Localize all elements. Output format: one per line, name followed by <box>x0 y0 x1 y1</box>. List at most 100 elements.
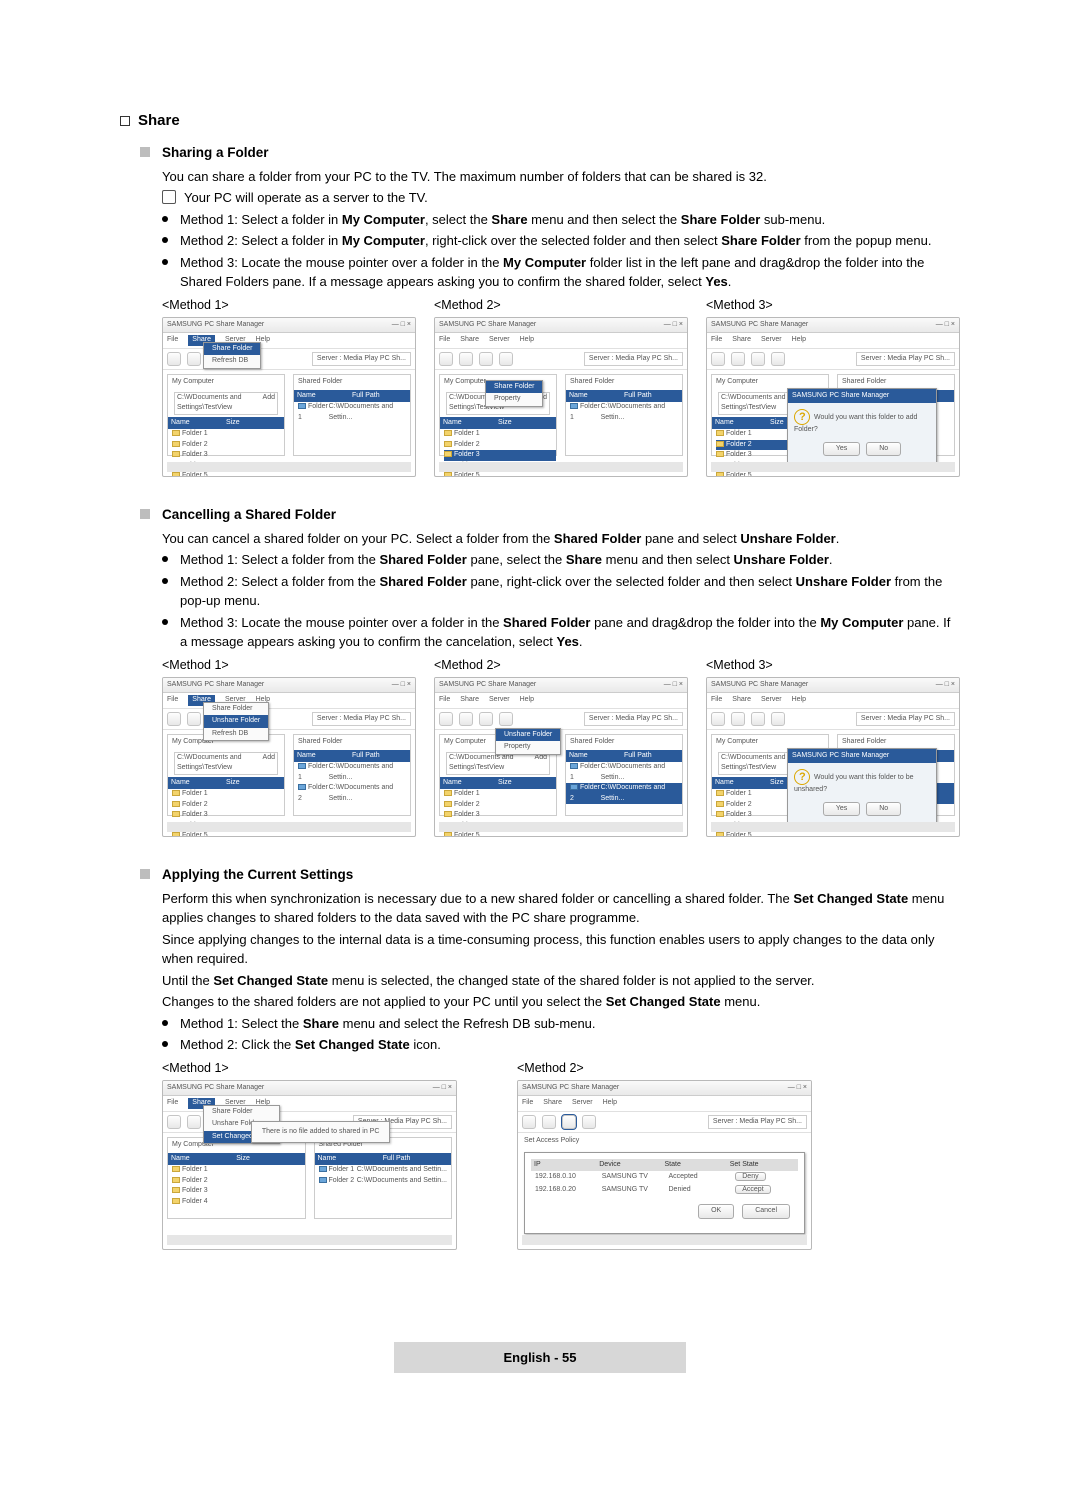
toolbar-unshare-icon[interactable] <box>459 352 473 366</box>
menu-file[interactable]: File <box>522 1098 533 1109</box>
server-dropdown[interactable]: Server : Media Play PC Sh... <box>708 1115 807 1130</box>
menu-share[interactable]: Share <box>732 335 751 346</box>
address-add[interactable]: Add <box>535 753 547 774</box>
menu-server[interactable]: Server <box>489 335 510 346</box>
toolbar-unshare-icon[interactable] <box>187 1115 201 1129</box>
toolbar-sync-icon[interactable] <box>479 352 493 366</box>
file-row[interactable]: Folder 2 <box>726 801 752 808</box>
ok-button[interactable]: OK <box>698 1204 734 1219</box>
cancel-button[interactable]: Cancel <box>742 1204 790 1219</box>
menu-item-refresh[interactable]: Refresh DB <box>204 355 260 368</box>
menu-file[interactable]: File <box>711 695 722 706</box>
file-row[interactable]: Folder 1 <box>454 430 480 437</box>
menu-item-share-folder[interactable]: Share Folder <box>204 1106 279 1119</box>
menu-share[interactable]: Share <box>543 1098 562 1109</box>
toolbar-share-icon[interactable] <box>522 1115 536 1129</box>
file-row[interactable]: Folder 2 <box>726 441 752 448</box>
menu-share[interactable]: Share <box>460 695 479 706</box>
file-row[interactable]: Folder 2 <box>182 1177 208 1184</box>
file-row[interactable]: Folder 1 <box>182 1166 208 1173</box>
yes-button[interactable]: Yes <box>823 802 860 817</box>
file-row[interactable]: Folder 3 <box>182 1187 208 1194</box>
toolbar-sync-icon[interactable] <box>479 712 493 726</box>
policy-accept-button[interactable]: Accept <box>735 1185 770 1194</box>
file-row[interactable]: Folder 1 <box>726 430 752 437</box>
server-dropdown[interactable]: Server : Media Play PC Sh... <box>856 712 955 727</box>
file-row[interactable]: Folder 1 <box>182 790 208 797</box>
file-row[interactable]: Folder 2 <box>182 801 208 808</box>
file-row[interactable]: Folder 5 <box>726 832 752 837</box>
toolbar-share-icon[interactable] <box>439 712 453 726</box>
toolbar-back-icon[interactable] <box>499 712 513 726</box>
no-button[interactable]: No <box>866 802 901 817</box>
no-button[interactable]: No <box>866 442 901 457</box>
menu-share[interactable]: Share <box>460 335 479 346</box>
toolbar-unshare-icon[interactable] <box>459 712 473 726</box>
ctx-unshare-folder[interactable]: Unshare Folder <box>496 729 560 742</box>
toolbar-unshare-icon[interactable] <box>542 1115 556 1129</box>
file-row[interactable]: Folder 1 <box>726 790 752 797</box>
menu-help[interactable]: Help <box>603 1098 617 1109</box>
menu-file[interactable]: File <box>167 335 178 346</box>
menu-server[interactable]: Server <box>489 695 510 706</box>
address-add[interactable]: Add <box>263 753 275 774</box>
menu-file[interactable]: File <box>711 335 722 346</box>
shared-row[interactable]: Folder 2 <box>329 1177 355 1184</box>
menu-server[interactable]: Server <box>572 1098 593 1109</box>
menu-file[interactable]: File <box>439 695 450 706</box>
policy-deny-button[interactable]: Deny <box>735 1172 765 1181</box>
file-row[interactable]: Folder 5 <box>182 832 208 837</box>
toolbar-share-icon[interactable] <box>167 1115 181 1129</box>
menu-item-share-folder[interactable]: Share Folder <box>204 703 268 716</box>
menu-file[interactable]: File <box>167 695 178 706</box>
toolbar-unshare-icon[interactable] <box>187 352 201 366</box>
toolbar-unshare-icon[interactable] <box>731 712 745 726</box>
file-row[interactable]: Folder 1 <box>182 430 208 437</box>
ctx-property[interactable]: Property <box>496 741 560 754</box>
file-row[interactable]: Folder 2 <box>182 441 208 448</box>
server-dropdown[interactable]: Server : Media Play PC Sh... <box>312 352 411 367</box>
server-dropdown[interactable]: Server : Media Play PC Sh... <box>856 352 955 367</box>
toolbar-unshare-icon[interactable] <box>187 712 201 726</box>
address-add[interactable]: Add <box>263 393 275 414</box>
menu-item-share-folder[interactable]: Share Folder <box>204 343 260 356</box>
menu-help[interactable]: Help <box>792 335 806 346</box>
file-row[interactable]: Folder 2 <box>454 441 480 448</box>
toolbar-share-icon[interactable] <box>711 352 725 366</box>
server-dropdown[interactable]: Server : Media Play PC Sh... <box>312 712 411 727</box>
file-row[interactable]: Folder 3 <box>726 811 752 818</box>
file-row[interactable]: Folder 5 <box>182 472 208 477</box>
menu-file[interactable]: File <box>167 1098 178 1109</box>
menu-help[interactable]: Help <box>520 695 534 706</box>
file-row[interactable]: Folder 3 <box>182 811 208 818</box>
file-row[interactable]: Folder 3 <box>182 451 208 458</box>
menu-server[interactable]: Server <box>761 335 782 346</box>
ctx-share-folder[interactable]: Share Folder <box>486 381 542 394</box>
shared-row[interactable]: Folder 1 <box>329 1166 355 1173</box>
toolbar-share-icon[interactable] <box>439 352 453 366</box>
file-row[interactable]: Folder 4 <box>182 1198 208 1205</box>
toolbar-back-icon[interactable] <box>582 1115 596 1129</box>
toolbar-sync-icon[interactable] <box>751 712 765 726</box>
menu-share[interactable]: Share <box>732 695 751 706</box>
toolbar-sync-icon[interactable] <box>751 352 765 366</box>
file-row[interactable]: Folder 5 <box>726 472 752 477</box>
file-row[interactable]: Folder 3 <box>454 811 480 818</box>
file-row[interactable]: Folder 3 <box>726 451 752 458</box>
toolbar-share-icon[interactable] <box>711 712 725 726</box>
ctx-property[interactable]: Property <box>486 393 542 406</box>
file-row[interactable]: Folder 5 <box>454 472 480 477</box>
toolbar-unshare-icon[interactable] <box>731 352 745 366</box>
yes-button[interactable]: Yes <box>823 442 860 457</box>
toolbar-set-changed-icon[interactable] <box>562 1115 576 1129</box>
menu-item-refresh[interactable]: Refresh DB <box>204 728 268 741</box>
toolbar-back-icon[interactable] <box>771 712 785 726</box>
toolbar-share-icon[interactable] <box>167 352 181 366</box>
menu-help[interactable]: Help <box>520 335 534 346</box>
toolbar-back-icon[interactable] <box>771 352 785 366</box>
menu-item-unshare-folder[interactable]: Unshare Folder <box>204 715 268 728</box>
toolbar-share-icon[interactable] <box>167 712 181 726</box>
menu-help[interactable]: Help <box>792 695 806 706</box>
file-row[interactable]: Folder 2 <box>454 801 480 808</box>
server-dropdown[interactable]: Server : Media Play PC Sh... <box>584 712 683 727</box>
